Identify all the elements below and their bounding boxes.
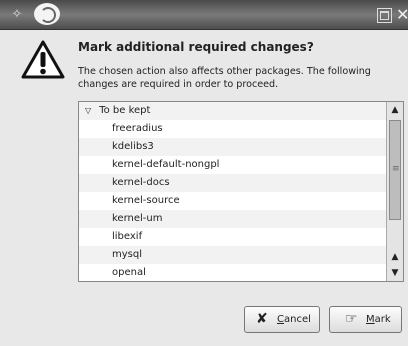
list-item[interactable]: libexif bbox=[79, 228, 386, 246]
vertical-scrollbar[interactable]: ▲ ≡ ▲ ▼ bbox=[386, 102, 403, 281]
dialog-title: Mark additional required changes? bbox=[78, 40, 314, 54]
warning-icon bbox=[21, 40, 65, 79]
list-item[interactable]: mysql bbox=[79, 246, 386, 264]
cancel-x-icon: ✘ bbox=[256, 311, 268, 327]
list-item[interactable]: kernel-docs bbox=[79, 174, 386, 192]
group-row-to-be-kept[interactable]: ▽ To be kept bbox=[79, 102, 386, 120]
dialog-description: The chosen action also affects other pac… bbox=[78, 66, 371, 90]
scroll-up-arrow-icon[interactable]: ▲ bbox=[387, 250, 403, 264]
close-icon[interactable]: ✕ bbox=[396, 5, 408, 25]
list-item[interactable]: kdelibs3 bbox=[79, 138, 386, 156]
window-titlebar[interactable]: ✧ ✕ bbox=[0, 0, 408, 30]
mark-hand-icon: ☞ bbox=[345, 311, 358, 327]
list-item[interactable]: freeradius bbox=[79, 120, 386, 138]
app-logo-icon bbox=[34, 3, 60, 25]
mark-button[interactable]: ☞ Mark bbox=[329, 306, 402, 333]
cancel-button[interactable]: ✘ Cancel bbox=[244, 306, 320, 333]
list-item[interactable]: kernel-default-nongpl bbox=[79, 156, 386, 174]
grip-icon: ≡ bbox=[392, 164, 400, 174]
cancel-label: Cancel bbox=[277, 314, 311, 325]
list-item[interactable]: kernel-um bbox=[79, 210, 386, 228]
maximize-icon[interactable] bbox=[377, 8, 392, 23]
mark-label: Mark bbox=[366, 314, 391, 325]
group-label: To be kept bbox=[99, 105, 151, 116]
scroll-down-arrow-icon[interactable]: ▼ bbox=[387, 265, 403, 281]
expander-down-icon[interactable]: ▽ bbox=[85, 102, 96, 120]
window-menu-icon[interactable]: ✧ bbox=[8, 6, 26, 24]
list-item[interactable]: kernel-source bbox=[79, 192, 386, 210]
scroll-top-arrow-icon[interactable]: ▲ bbox=[387, 102, 403, 118]
changes-list[interactable]: ▽ To be kept freeradius kdelibs3 kernel-… bbox=[78, 101, 404, 282]
list-item[interactable]: openal bbox=[79, 264, 386, 281]
scrollbar-thumb[interactable]: ≡ bbox=[389, 120, 401, 220]
